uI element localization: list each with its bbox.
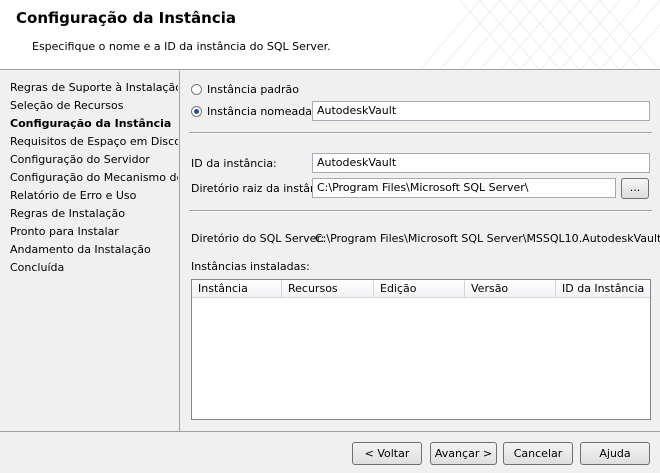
sidebar-step[interactable]: Pronto para Instalar bbox=[0, 223, 178, 241]
instance-id-input[interactable]: AutodeskVault bbox=[312, 153, 650, 173]
sidebar-step[interactable]: Configuração do Servidor bbox=[0, 151, 178, 169]
wizard-header: Configuração da Instância Especifique o … bbox=[0, 0, 660, 70]
next-button[interactable]: Avançar > bbox=[430, 442, 497, 465]
sidebar-step[interactable]: Configuração do Mecanismo de B... bbox=[0, 169, 178, 187]
back-button[interactable]: < Voltar bbox=[352, 442, 422, 465]
column-header-version[interactable]: Versão bbox=[465, 280, 556, 298]
header-pattern-decoration bbox=[420, 0, 660, 69]
grid-header: Instância Recursos Edição Versão ID da I… bbox=[192, 280, 650, 298]
cancel-button[interactable]: Cancelar bbox=[503, 442, 573, 465]
sidebar-step[interactable]: Relatório de Erro e Uso bbox=[0, 187, 178, 205]
sql-server-dir-value: C:\Program Files\Microsoft SQL Server\MS… bbox=[315, 232, 660, 245]
sidebar-step[interactable]: Andamento da Instalação bbox=[0, 241, 178, 259]
sidebar-step[interactable]: Regras de Instalação bbox=[0, 205, 178, 223]
page-title: Configuração da Instância bbox=[16, 9, 236, 27]
wizard-footer: < Voltar Avançar > Cancelar Ajuda bbox=[0, 431, 660, 473]
instance-root-dir-input[interactable]: C:\Program Files\Microsoft SQL Server\ bbox=[312, 178, 616, 198]
named-instance-label: Instância nomeada: bbox=[207, 104, 316, 118]
installed-instances-grid[interactable]: Instância Recursos Edição Versão ID da I… bbox=[191, 279, 651, 420]
sidebar-step[interactable]: Configuração da Instância bbox=[0, 115, 178, 133]
column-header-edition[interactable]: Edição bbox=[374, 280, 465, 298]
default-instance-radio[interactable] bbox=[191, 83, 202, 95]
separator bbox=[189, 210, 652, 212]
sidebar-step[interactable]: Concluída bbox=[0, 259, 178, 277]
browse-button[interactable]: ... bbox=[621, 178, 649, 199]
instance-config-panel: Instância padrão Instância nomeada: Auto… bbox=[181, 71, 660, 431]
page-subtitle: Especifique o nome e a ID da instância d… bbox=[32, 40, 331, 53]
separator bbox=[189, 132, 652, 134]
wizard-steps-sidebar: Regras de Suporte à Instalação Seleção de… bbox=[0, 71, 180, 431]
column-header-instance[interactable]: Instância bbox=[192, 280, 282, 298]
installed-instances-label: Instâncias instaladas: bbox=[191, 260, 310, 273]
named-instance-option[interactable]: Instância nomeada: bbox=[191, 103, 316, 119]
default-instance-label: Instância padrão bbox=[207, 82, 300, 96]
sidebar-step[interactable]: Seleção de Recursos bbox=[0, 97, 178, 115]
named-instance-input[interactable]: AutodeskVault bbox=[312, 101, 650, 121]
help-button[interactable]: Ajuda bbox=[580, 442, 650, 465]
instance-id-label: ID da instância: bbox=[191, 157, 277, 170]
named-instance-radio[interactable] bbox=[191, 105, 202, 117]
sidebar-step[interactable]: Requisitos de Espaço em Disco bbox=[0, 133, 178, 151]
column-header-instance-id[interactable]: ID da Instância bbox=[556, 280, 650, 298]
sidebar-step[interactable]: Regras de Suporte à Instalação bbox=[0, 79, 178, 97]
default-instance-option[interactable]: Instância padrão bbox=[191, 81, 299, 97]
column-header-features[interactable]: Recursos bbox=[282, 280, 374, 298]
sql-server-dir-label: Diretório do SQL Server: bbox=[191, 232, 325, 245]
